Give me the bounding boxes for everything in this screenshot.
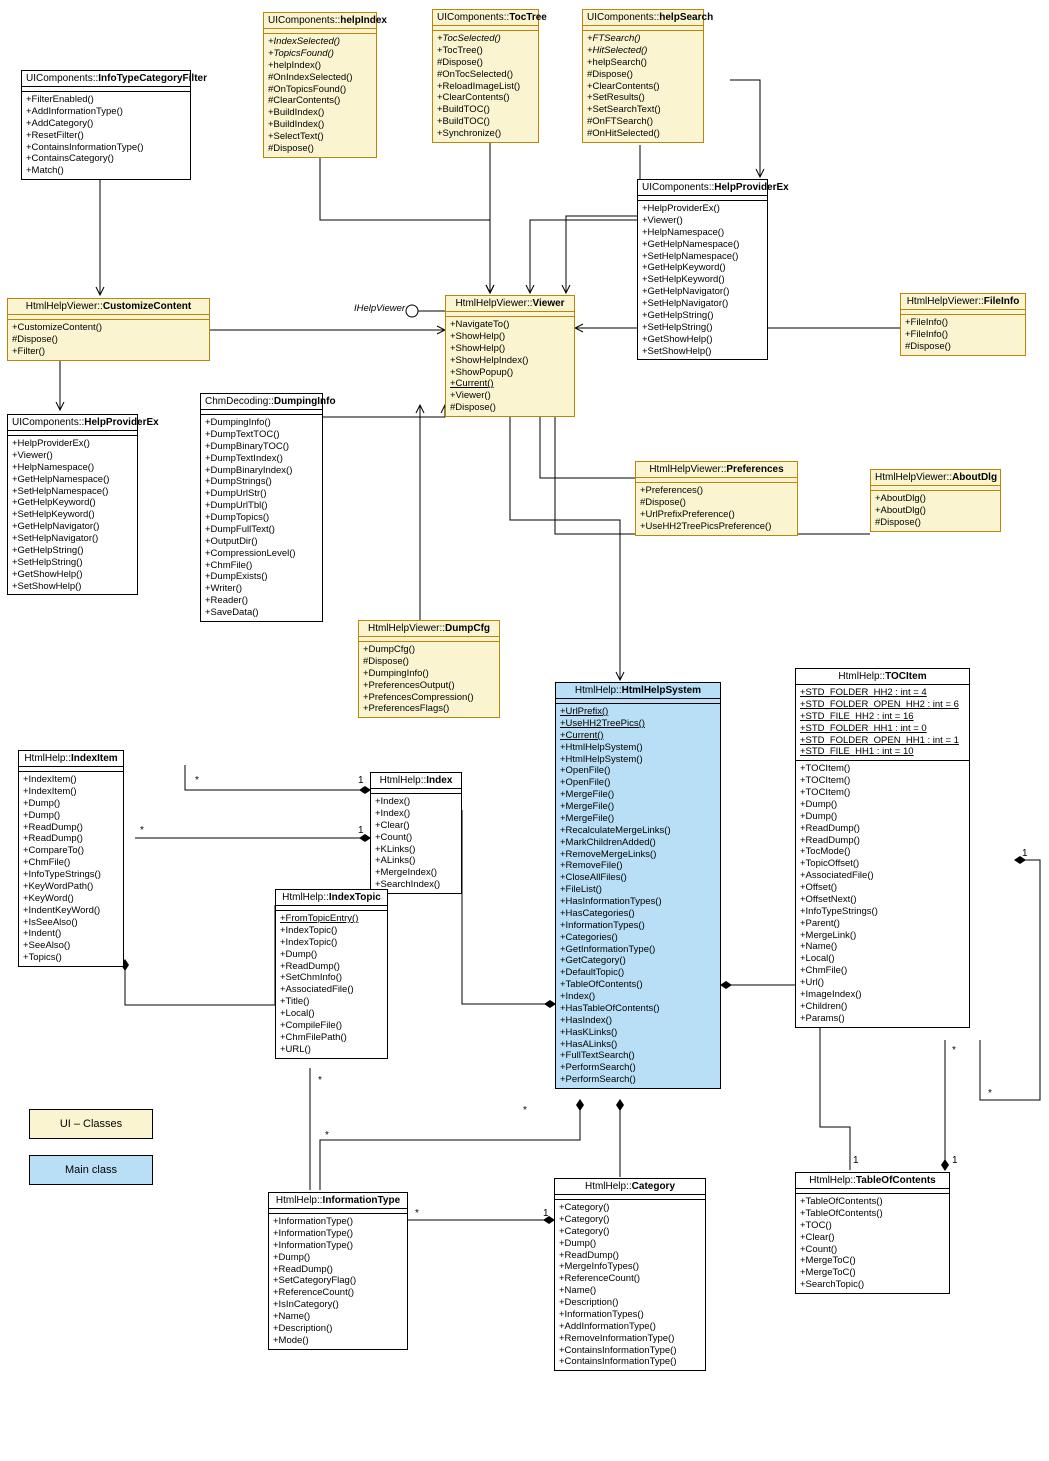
- class-methods: +DumpCfg()#Dispose()+DumpingInfo()+Prefe…: [359, 642, 499, 717]
- class-title: HtmlHelp::IndexTopic: [276, 890, 387, 906]
- class-title: HtmlHelpViewer::Preferences: [636, 462, 797, 478]
- class-title: HtmlHelpViewer::CustomizeContent: [8, 299, 209, 315]
- class-title: HtmlHelpViewer::Viewer: [446, 296, 574, 312]
- class-title: HtmlHelpViewer::DumpCfg: [359, 621, 499, 637]
- class-title: HtmlHelp::TOCItem: [796, 669, 969, 685]
- class-title: UIComponents::helpIndex: [264, 13, 376, 29]
- class-HelpProviderEx-right: UIComponents::HelpProviderEx+HelpProvide…: [637, 179, 768, 360]
- class-Category: HtmlHelp::Category+Category()+Category()…: [554, 1178, 706, 1371]
- class-methods: +HelpProviderEx()+Viewer()+HelpNamespace…: [638, 201, 767, 359]
- class-title: UIComponents::TocTree: [433, 10, 538, 26]
- class-helpSearch: UIComponents::helpSearch+FTSearch()+HitS…: [582, 9, 704, 143]
- class-methods: +HelpProviderEx()+Viewer()+HelpNamespace…: [8, 436, 137, 594]
- class-title: HtmlHelp::InformationType: [269, 1193, 407, 1209]
- class-title: HtmlHelp::IndexItem: [19, 751, 123, 767]
- class-Viewer: HtmlHelpViewer::Viewer+NavigateTo()+Show…: [445, 295, 575, 417]
- class-methods: +TOCItem()+TOCItem()+TOCItem()+Dump()+Du…: [796, 761, 969, 1026]
- class-TOCItem: HtmlHelp::TOCItem+STD_FOLDER_HH2 : int =…: [795, 668, 970, 1028]
- class-title: HtmlHelp::Index: [371, 773, 461, 789]
- class-AboutDlg: HtmlHelpViewer::AboutDlg+AboutDlg()+Abou…: [870, 469, 1001, 532]
- class-InfoTypeCategoryFilter: UIComponents::InfoTypeCategoryFilter+Fil…: [21, 70, 191, 180]
- interface-label: IHelpViewer: [354, 303, 405, 314]
- class-title: ChmDecoding::DumpingInfo: [201, 394, 322, 410]
- class-DumpingInfo: ChmDecoding::DumpingInfo+DumpingInfo()+D…: [200, 393, 323, 622]
- class-title: UIComponents::HelpProviderEx: [8, 415, 137, 431]
- class-title: HtmlHelp::Category: [555, 1179, 705, 1195]
- class-methods: +TocSelected()+TocTree()#Dispose()#OnToc…: [433, 31, 538, 142]
- mult: 1: [543, 1208, 549, 1219]
- mult: 1: [853, 1155, 859, 1166]
- class-DumpCfg: HtmlHelpViewer::DumpCfg+DumpCfg()#Dispos…: [358, 620, 500, 718]
- mult: 1: [358, 825, 364, 836]
- class-title: UIComponents::helpSearch: [583, 10, 703, 26]
- mult: *: [415, 1208, 419, 1219]
- class-title: HtmlHelpViewer::FileInfo: [901, 294, 1025, 310]
- class-title: UIComponents::HelpProviderEx: [638, 180, 767, 196]
- class-InformationType: HtmlHelp::InformationType+InformationTyp…: [268, 1192, 408, 1350]
- mult: *: [988, 1088, 992, 1099]
- class-methods: +DumpingInfo()+DumpTextTOC()+DumpBinaryT…: [201, 415, 322, 621]
- class-methods: +IndexItem()+IndexItem()+Dump()+Dump()+R…: [19, 772, 123, 966]
- mult: 1: [358, 775, 364, 786]
- class-FileInfo: HtmlHelpViewer::FileInfo+FileInfo()+File…: [900, 293, 1026, 356]
- class-attrs: +STD_FOLDER_HH2 : int = 4+STD_FOLDER_OPE…: [796, 685, 969, 761]
- class-methods: +AboutDlg()+AboutDlg()#Dispose(): [871, 491, 1000, 531]
- class-methods: +NavigateTo()+ShowHelp()+ShowHelp()+Show…: [446, 317, 574, 416]
- class-methods: +UrlPrefix()+UseHH2TreePics()+Current()+…: [556, 704, 720, 1088]
- class-TocTree: UIComponents::TocTree+TocSelected()+TocT…: [432, 9, 539, 143]
- mult: *: [325, 1130, 329, 1141]
- class-methods: +IndexSelected()+TopicsFound()+helpIndex…: [264, 34, 376, 157]
- class-methods: +InformationType()+InformationType()+Inf…: [269, 1214, 407, 1349]
- class-IndexItem: HtmlHelp::IndexItem+IndexItem()+IndexIte…: [18, 750, 124, 967]
- class-title: HtmlHelp::TableOfContents: [796, 1173, 949, 1189]
- class-methods: +FromTopicEntry()+IndexTopic()+IndexTopi…: [276, 911, 387, 1058]
- mult: *: [523, 1105, 527, 1116]
- class-title: UIComponents::InfoTypeCategoryFilter: [22, 71, 190, 87]
- class-helpIndex: UIComponents::helpIndex+IndexSelected()+…: [263, 12, 377, 158]
- class-Index: HtmlHelp::Index+Index()+Index()+Clear()+…: [370, 772, 462, 894]
- class-methods: +TableOfContents()+TableOfContents()+TOC…: [796, 1194, 949, 1293]
- mult: 1: [952, 1155, 958, 1166]
- mult: *: [952, 1045, 956, 1056]
- class-CustomizeContent: HtmlHelpViewer::CustomizeContent+Customi…: [7, 298, 210, 361]
- mult: 1: [1022, 848, 1028, 859]
- class-title: HtmlHelpViewer::AboutDlg: [871, 470, 1000, 486]
- class-IndexTopic: HtmlHelp::IndexTopic+FromTopicEntry()+In…: [275, 889, 388, 1059]
- class-methods: +Index()+Index()+Clear()+Count()+KLinks(…: [371, 794, 461, 893]
- class-methods: +Preferences()#Dispose()+UrlPrefixPrefer…: [636, 483, 797, 535]
- mult: *: [140, 825, 144, 836]
- class-HtmlHelpSystem: HtmlHelp::HtmlHelpSystem+UrlPrefix()+Use…: [555, 682, 721, 1089]
- class-HelpProviderEx-left: UIComponents::HelpProviderEx+HelpProvide…: [7, 414, 138, 595]
- mult: *: [318, 1075, 322, 1086]
- class-methods: +FTSearch()+HitSelected()+helpSearch()#D…: [583, 31, 703, 142]
- class-methods: +CustomizeContent()#Dispose()+Filter(): [8, 320, 209, 360]
- class-Preferences: HtmlHelpViewer::Preferences+Preferences(…: [635, 461, 798, 536]
- class-title: HtmlHelp::HtmlHelpSystem: [556, 683, 720, 699]
- class-methods: +FileInfo()+FileInfo()#Dispose(): [901, 315, 1025, 355]
- class-methods: +Category()+Category()+Category()+Dump()…: [555, 1200, 705, 1370]
- legend-ui: UI – Classes: [29, 1109, 153, 1139]
- class-TableOfContents: HtmlHelp::TableOfContents+TableOfContent…: [795, 1172, 950, 1294]
- mult: *: [195, 775, 199, 786]
- class-methods: +FilterEnabled()+AddInformationType()+Ad…: [22, 92, 190, 179]
- legend-main: Main class: [29, 1155, 153, 1185]
